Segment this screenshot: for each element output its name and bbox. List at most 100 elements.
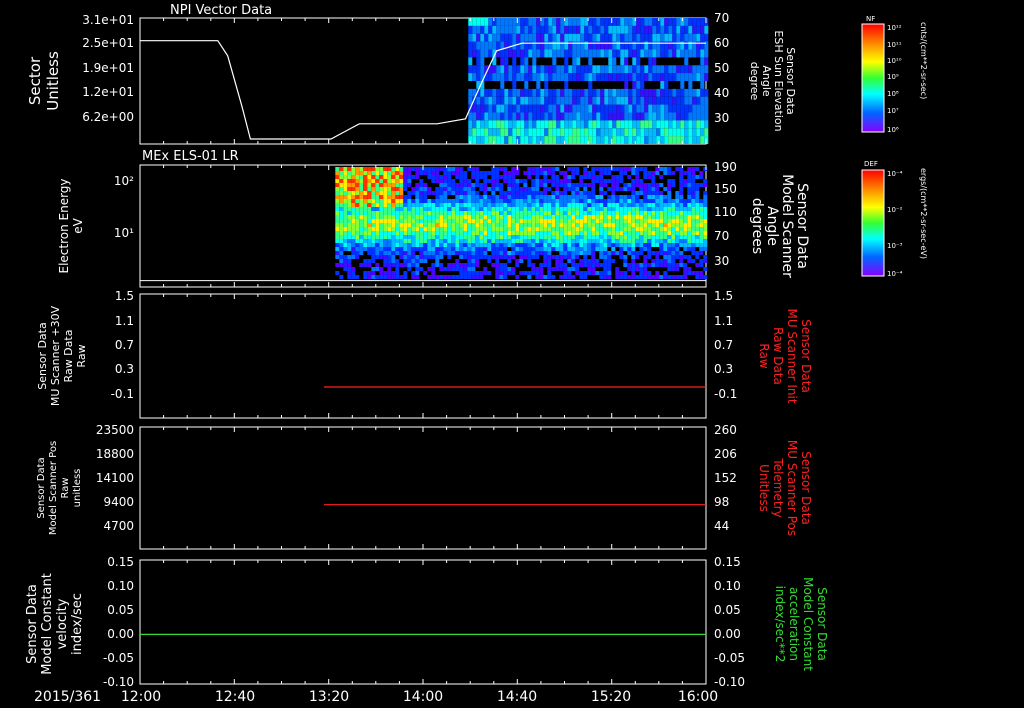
heatmap-cell	[667, 199, 672, 203]
heatmap-cell	[443, 219, 448, 223]
heatmap-cell	[603, 263, 608, 267]
heatmap-cell	[540, 73, 545, 81]
heatmap-cell	[435, 179, 440, 183]
heatmap-cell	[580, 49, 585, 58]
heatmap-cell	[691, 247, 696, 251]
heatmap-cell	[687, 191, 692, 195]
heatmap-cell	[616, 104, 621, 113]
heatmap-cell	[516, 112, 521, 121]
heatmap-cell	[535, 203, 540, 207]
heatmap-cell	[563, 183, 568, 187]
heatmap-cell	[580, 88, 585, 97]
heatmap-cell	[551, 175, 556, 179]
heatmap-cell	[351, 215, 356, 219]
heatmap-cell	[383, 203, 388, 207]
heatmap-cell	[640, 112, 645, 121]
heatmap-cell	[675, 207, 680, 211]
heatmap-cell	[655, 263, 660, 267]
heatmap-cell	[632, 112, 637, 121]
heatmap-cell	[680, 128, 685, 137]
heatmap-cell	[571, 247, 576, 251]
heatmap-cell	[643, 275, 648, 279]
y-label-line: Sensor Data	[36, 457, 47, 518]
heatmap-cell	[375, 179, 380, 183]
heatmap-cell	[591, 171, 596, 175]
heatmap-cell	[547, 259, 552, 263]
heatmap-cell	[651, 187, 656, 191]
heatmap-cell	[664, 112, 669, 121]
heatmap-cell	[339, 175, 344, 179]
heatmap-cell	[407, 171, 412, 175]
heatmap-cell	[547, 219, 552, 223]
heatmap-cell	[347, 223, 352, 227]
heatmap-cell	[435, 227, 440, 231]
heatmap-cell	[620, 65, 625, 74]
heatmap-cell	[343, 191, 348, 195]
heatmap-cell	[395, 239, 400, 243]
heatmap-cell	[655, 191, 660, 195]
colorbar-nf-tick: 10⁶	[887, 126, 899, 134]
heatmap-cell	[508, 18, 513, 26]
heatmap-cell	[544, 73, 549, 81]
heatmap-cell	[703, 247, 708, 251]
heatmap-cell	[427, 175, 432, 179]
heatmap-cell	[535, 167, 540, 171]
heatmap-cell	[472, 65, 477, 74]
heatmap-cell	[547, 251, 552, 255]
heatmap-cell	[571, 267, 576, 271]
heatmap-cell	[515, 259, 520, 263]
heatmap-cell	[367, 227, 372, 231]
heatmap-cell	[520, 120, 525, 129]
heatmap-cell	[603, 215, 608, 219]
heatmap-cell	[584, 65, 589, 74]
heatmap-cell	[463, 175, 468, 179]
right-tick-mu-raw: 0.3	[714, 362, 733, 376]
heatmap-cell	[371, 191, 376, 195]
heatmap-cell	[599, 191, 604, 195]
heatmap-cell	[343, 259, 348, 263]
heatmap-cell	[644, 33, 649, 42]
heatmap-cell	[419, 211, 424, 215]
heatmap-cell	[683, 275, 688, 279]
heatmap-cell	[635, 223, 640, 227]
heatmap-cell	[699, 239, 704, 243]
heatmap-cell	[651, 203, 656, 207]
heatmap-cell	[343, 199, 348, 203]
heatmap-cell	[351, 179, 356, 183]
heatmap-cell	[639, 239, 644, 243]
heatmap-cell	[351, 267, 356, 271]
heatmap-cell	[600, 33, 605, 42]
heatmap-cell	[571, 195, 576, 199]
heatmap-cell	[600, 120, 605, 129]
heatmap-cell	[599, 223, 604, 227]
heatmap-cell	[563, 255, 568, 259]
heatmap-cell	[608, 65, 613, 74]
heatmap-cell	[523, 271, 528, 275]
heatmap-cell	[543, 259, 548, 263]
heatmap-cell	[487, 211, 492, 215]
heatmap-cell	[488, 120, 493, 129]
heatmap-cell	[691, 235, 696, 239]
heatmap-cell	[515, 171, 520, 175]
heatmap-cell	[488, 25, 493, 34]
heatmap-cell	[512, 120, 517, 129]
heatmap-cell	[627, 187, 632, 191]
heatmap-cell	[583, 223, 588, 227]
heatmap-cell	[471, 171, 476, 175]
right-label-line: Sensor Data	[799, 319, 813, 393]
heatmap-cell	[479, 255, 484, 259]
heatmap-cell	[459, 243, 464, 247]
heatmap-cell	[619, 247, 624, 251]
heatmap-cell	[703, 255, 708, 259]
heatmap-cell	[631, 167, 636, 171]
heatmap-cell	[403, 199, 408, 203]
heatmap-cell	[595, 211, 600, 215]
heatmap-cell	[636, 104, 641, 113]
heatmap-cell	[631, 211, 636, 215]
heatmap-cell	[523, 239, 528, 243]
heatmap-cell	[439, 195, 444, 199]
heatmap-cell	[359, 251, 364, 255]
heatmap-cell	[551, 235, 556, 239]
heatmap-cell	[643, 223, 648, 227]
heatmap-cell	[639, 219, 644, 223]
